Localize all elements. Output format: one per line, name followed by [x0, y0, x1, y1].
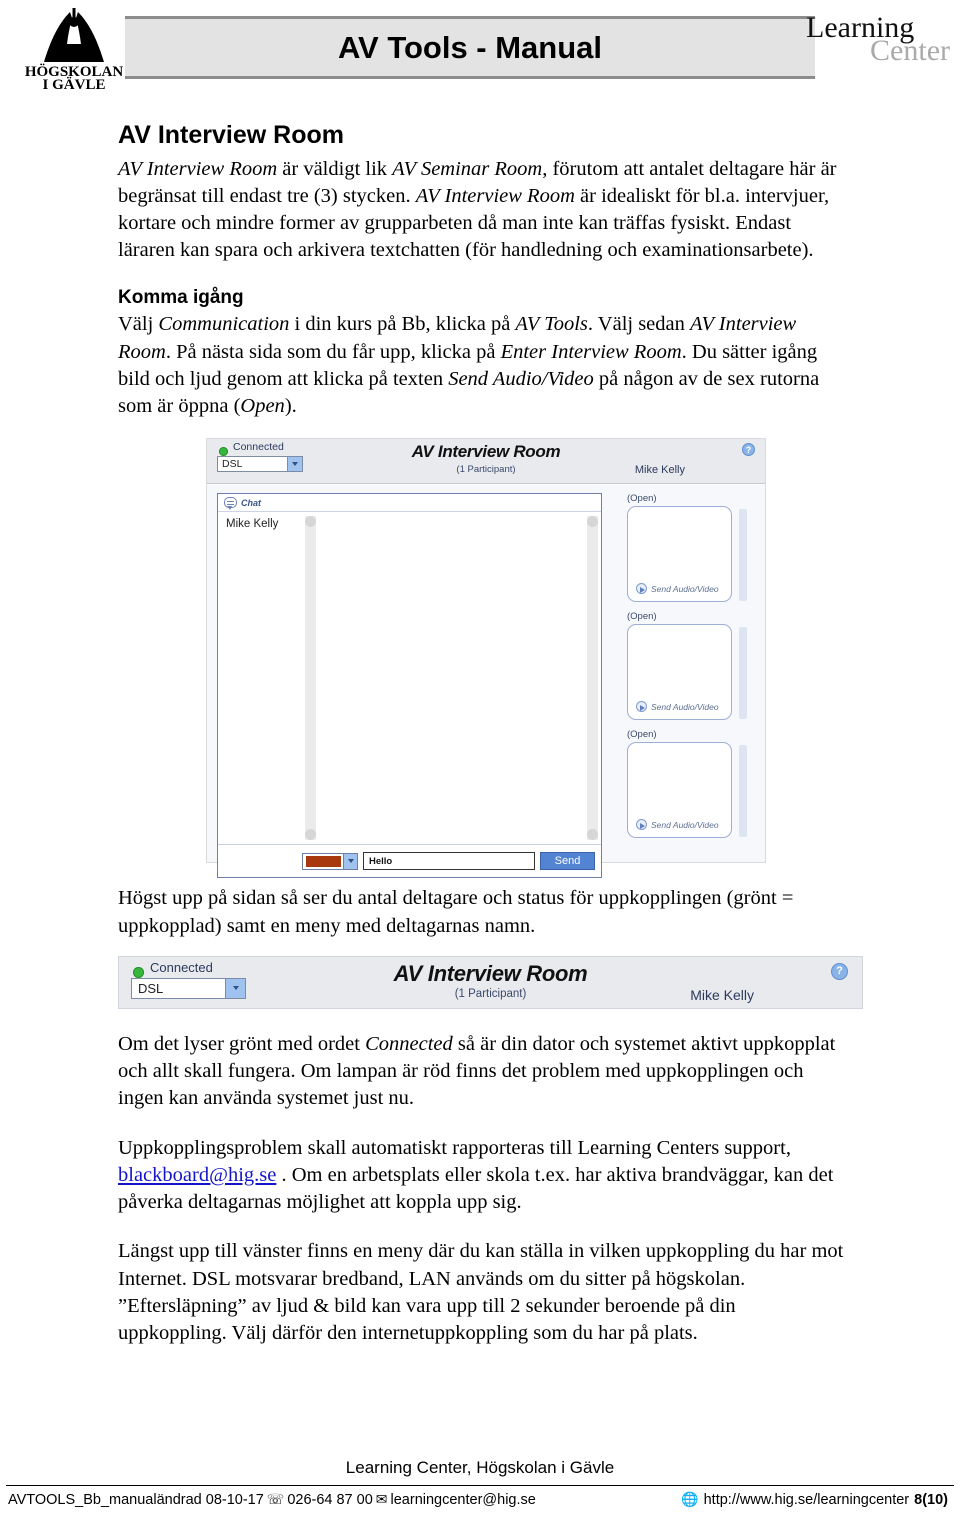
play-icon	[636, 819, 647, 831]
footer-document-id: AVTOOLS_Bb_manualändrad 08-10-17	[8, 1492, 264, 1508]
participant-name-menu[interactable]: Mike Kelly	[635, 464, 685, 476]
komma-italic-communication: Communication	[158, 313, 290, 336]
telephone-icon: ☏	[266, 1492, 285, 1508]
chat-message-input[interactable]: Hello	[363, 852, 535, 871]
footer-phone: 026-64 87 00	[287, 1492, 373, 1508]
paragraph-support: Uppkopplingsproblem skall automatiskt ra…	[118, 1135, 848, 1217]
paragraph-hogst-upp: Högst upp på sidan så ser du antal delta…	[118, 887, 794, 937]
footer-left-group: AVTOOLS_Bb_manualändrad 08-10-17 ☏ 026-6…	[8, 1492, 536, 1508]
av-interview-room-screenshot: Connected DSL AV Interview Room (1 Parti…	[206, 438, 766, 879]
send-audio-video-button[interactable]: Send Audio/Video	[636, 583, 719, 595]
send-audio-video-label: Send Audio/Video	[651, 701, 719, 712]
chat-message-value: Hello	[369, 855, 393, 867]
chat-input-row: Hello Send	[218, 844, 601, 877]
upp-text-1: Uppkopplingsproblem skall automatiskt ra…	[118, 1136, 791, 1159]
section-heading-av-interview-room: AV Interview Room	[118, 121, 344, 149]
subheading-komma-igang: Komma igång	[118, 286, 244, 308]
app-body: Chat Mike Kelly Hello Send (Open) Send A…	[207, 485, 765, 879]
om-text-1: Om det lyser grönt med ordet	[118, 1032, 366, 1055]
scroll-up-icon[interactable]	[305, 516, 316, 528]
chat-log: Mike Kelly	[218, 513, 601, 844]
komma-text-4: . På nästa sida som du får upp, klicka p…	[165, 340, 501, 363]
app-topbar: Connected DSL AV Interview Room (1 Parti…	[207, 439, 765, 485]
video-slot-box[interactable]: Send Audio/Video	[627, 624, 747, 721]
video-slot-label: (Open)	[627, 729, 657, 741]
komma-text-7: ).	[284, 395, 297, 418]
hogskolan-i-gavle-logo: HÖGSKOLAN I GÄVLE	[14, 4, 134, 90]
video-slot-scrollbar[interactable]	[739, 627, 747, 720]
participant-list-scrollbar[interactable]	[305, 516, 316, 841]
chat-panel-header: Chat	[218, 494, 601, 513]
document-body: AV Interview Room AV Interview Room är v…	[118, 121, 863, 1347]
svg-text:I GÄVLE: I GÄVLE	[43, 77, 106, 90]
scroll-down-icon[interactable]	[587, 829, 598, 841]
page-footer: Learning Center, Högskolan i Gävle AVTOO…	[0, 1458, 960, 1516]
send-message-button[interactable]: Send	[540, 852, 595, 871]
komma-italic-av-tools: AV Tools	[515, 313, 588, 336]
send-audio-video-button[interactable]: Send Audio/Video	[636, 819, 719, 831]
send-audio-video-button[interactable]: Send Audio/Video	[636, 701, 719, 713]
video-slot-label: (Open)	[627, 611, 657, 623]
video-slot: (Open) Send Audio/Video	[627, 493, 757, 603]
komma-italic-enter-interview-room: Enter Interview Room	[500, 340, 682, 363]
komma-text-1: Välj	[118, 313, 159, 336]
scroll-up-icon[interactable]	[587, 516, 598, 528]
chat-log-scrollbar[interactable]	[587, 516, 598, 841]
support-email-link[interactable]: blackboard@hig.se	[118, 1164, 276, 1186]
komma-italic-send-audio-video: Send Audio/Video	[448, 367, 594, 390]
globe-icon: 🌐	[681, 1492, 699, 1508]
chat-panel: Chat Mike Kelly Hello Send	[217, 493, 602, 879]
color-swatch	[306, 855, 341, 867]
chat-panel-title: Chat	[241, 497, 261, 508]
paragraph-connection-menu: Längst upp till vänster finns en meny dä…	[118, 1240, 844, 1345]
video-slot-box[interactable]: Send Audio/Video	[627, 506, 747, 603]
video-slot-column: (Open) Send Audio/Video (Open) Send Audi…	[627, 493, 757, 883]
intro-italic-3: AV Interview Room	[415, 184, 575, 207]
learning-center-logo: Learning Center	[804, 13, 954, 65]
footer-organization: Learning Center, Högskolan i Gävle	[345, 1458, 615, 1477]
help-icon[interactable]: ?	[831, 962, 848, 980]
intro-text-1: är väldigt lik	[277, 157, 393, 180]
footer-meta-row: AVTOOLS_Bb_manualändrad 08-10-17 ☏ 026-6…	[0, 1486, 960, 1516]
play-icon	[636, 583, 647, 595]
play-icon	[636, 701, 647, 713]
paragraph-connected: Om det lyser grönt med ordet Connected s…	[118, 1031, 848, 1113]
intro-italic-1: AV Interview Room	[118, 157, 278, 180]
app-title: AV Interview Room	[411, 442, 561, 462]
footer-right-group: 🌐 http://www.hig.se/learningcenter 8(10)	[681, 1492, 952, 1508]
video-slot: (Open) Send Audio/Video	[627, 611, 757, 721]
send-audio-video-label: Send Audio/Video	[651, 819, 719, 830]
om-italic-connected: Connected	[365, 1032, 453, 1055]
chevron-down-icon[interactable]	[343, 853, 357, 869]
komma-text-2: i din kurs på Bb, klicka på	[289, 313, 516, 336]
video-slot-box[interactable]: Send Audio/Video	[627, 742, 747, 839]
getting-started-paragraph: Välj Communication i din kurs på Bb, kli…	[118, 311, 848, 420]
footer-email: learningcenter@hig.se	[390, 1492, 536, 1508]
chat-bubble-icon	[224, 497, 237, 511]
video-slot-scrollbar[interactable]	[739, 745, 747, 838]
document-title-bar: AV Tools - Manual	[125, 16, 815, 79]
envelope-icon: ✉	[375, 1492, 388, 1508]
participant-name-menu[interactable]: Mike Kelly	[690, 987, 754, 1003]
video-slot-label: (Open)	[627, 493, 657, 505]
page-header: HÖGSKOLAN I GÄVLE AV Tools - Manual Lear…	[0, 0, 960, 100]
intro-paragraph: AV Interview Room är väldigt lik AV Semi…	[118, 156, 848, 265]
send-audio-video-label: Send Audio/Video	[651, 583, 719, 594]
intro-italic-2: AV Seminar Room	[392, 157, 543, 180]
scroll-down-icon[interactable]	[305, 829, 316, 841]
komma-italic-open: Open	[240, 395, 285, 418]
chat-color-select[interactable]	[302, 852, 358, 870]
video-slot-scrollbar[interactable]	[739, 509, 747, 602]
app-title: AV Interview Room	[393, 960, 588, 986]
video-slot: (Open) Send Audio/Video	[627, 729, 757, 839]
av-interview-room-topbar-screenshot: Connected DSL AV Interview Room (1 Parti…	[118, 955, 863, 1009]
footer-url: http://www.hig.se/learningcenter	[703, 1492, 910, 1508]
chat-participant-entry: Mike Kelly	[226, 518, 279, 531]
komma-text-3: . Välj sedan	[587, 313, 691, 336]
footer-page-number: 8(10)	[914, 1492, 948, 1508]
page-title: AV Tools - Manual	[337, 29, 603, 65]
